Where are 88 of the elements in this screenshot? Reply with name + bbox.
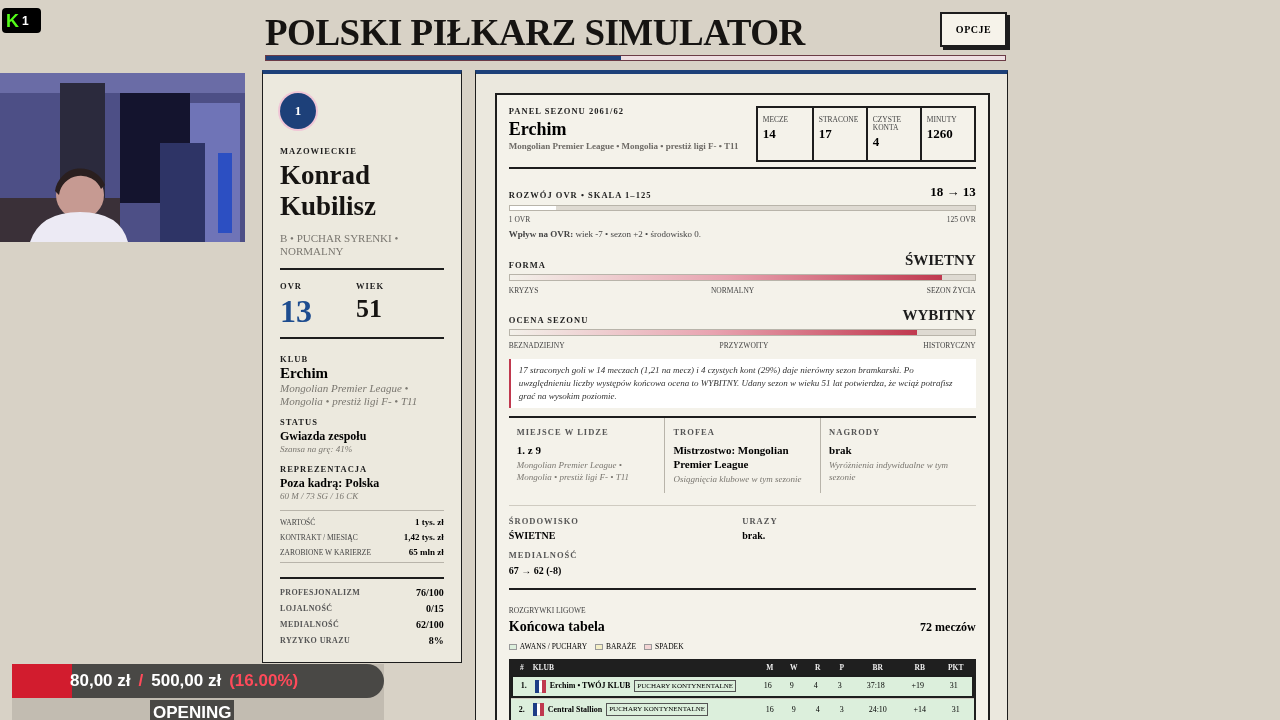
table-cell-text: 3 bbox=[836, 680, 843, 692]
goal-label: OPENING bbox=[150, 700, 235, 720]
goal-separator: / bbox=[138, 670, 144, 693]
detail-label: ŚRODOWISKO bbox=[508, 514, 580, 528]
player-name: Konrad Kubilisz bbox=[280, 159, 378, 222]
stat-value: 14 bbox=[762, 125, 777, 143]
detail-label: URAZY bbox=[742, 514, 779, 528]
attribute-label: MEDIALNOŚĆ bbox=[280, 618, 340, 631]
region: MAZOWIECKIE bbox=[280, 145, 358, 158]
goal-percent: (16.00%) bbox=[229, 670, 299, 693]
ovr-change: 18 → 13 bbox=[930, 183, 976, 201]
section-note: Szansa na grę: 41% bbox=[280, 443, 354, 455]
flag-icon bbox=[532, 703, 544, 716]
attribute-value: 76/100 bbox=[415, 586, 444, 601]
stat-value: 1260 bbox=[926, 125, 954, 143]
achievement-value: brak bbox=[829, 442, 853, 457]
section-value: Gwiazda zespołu bbox=[280, 429, 368, 443]
detail-value: ŚWIETNE bbox=[508, 529, 557, 544]
ovr-value: 13 bbox=[280, 292, 312, 329]
attribute-value: 0/15 bbox=[425, 602, 444, 617]
table-cell-text: 16 bbox=[762, 680, 773, 692]
attribute-value: 62/100 bbox=[415, 618, 444, 633]
flag-icon bbox=[534, 679, 546, 693]
season-club: Erchim bbox=[508, 117, 568, 140]
table-cell-text: 9 bbox=[788, 680, 795, 692]
achievement-value: 1. z 9 bbox=[516, 442, 542, 457]
label: STATUS bbox=[280, 416, 319, 429]
season-eyebrow: PANEL SEZONU 2061/62 bbox=[508, 105, 625, 118]
detail-label: MEDIALNOŚĆ bbox=[508, 549, 579, 562]
logo: K bbox=[6, 11, 19, 30]
attribute-label: LOJALNOŚĆ bbox=[280, 602, 333, 615]
table-cell-text: 2. bbox=[517, 703, 526, 716]
achievement-label: NAGRODY bbox=[829, 425, 882, 439]
table-cell-text: 4 bbox=[814, 703, 821, 716]
section-value: Poza kadrą: Polska bbox=[280, 475, 381, 490]
table-cell-text: 16 bbox=[764, 703, 775, 716]
badge-count: 1 bbox=[22, 12, 29, 30]
app-title: POLSKI PIŁKARZ SIMULATOR bbox=[265, 13, 805, 53]
finance-value: 65 mln zł bbox=[408, 545, 444, 559]
table-cell-text: 31 bbox=[948, 680, 959, 692]
meter-label: FORMA bbox=[508, 259, 546, 272]
detail-value: 67 → 62 (-8) bbox=[508, 564, 563, 578]
achievement-label: MIEJSCE W LIDZE bbox=[516, 425, 610, 439]
ovr-impact: Wpływ na OVR: wiek -7 • sezon +2 • środowisko 0. bbox=[508, 227, 702, 241]
table-cell-text: 3 bbox=[838, 703, 845, 716]
attribute-label: PROFESJONALIZM bbox=[280, 586, 361, 599]
section-note: Mongolian Premier League • Mongolia • prestiż ligi F- • T11 bbox=[280, 382, 419, 409]
player-number: 1 bbox=[280, 93, 316, 129]
table-cell-text: 1. bbox=[519, 680, 528, 692]
finance-value: 1 tys. zł bbox=[415, 515, 444, 529]
label: KLUB bbox=[280, 352, 310, 366]
table-cell-text: +19 bbox=[910, 680, 925, 692]
finance-value: 1,42 tys. zł bbox=[403, 530, 444, 544]
goal-target: 500,00 zł bbox=[151, 670, 222, 693]
label: WIEK bbox=[356, 279, 385, 293]
section-value: Erchim bbox=[280, 365, 330, 383]
table-title: Końcowa tabela bbox=[508, 618, 605, 637]
label: REPREZENTACJA bbox=[280, 463, 369, 476]
player-subtitle: B • PUCHAR SYRENKI • NORMALNY bbox=[280, 231, 400, 258]
achievement-label: TROFEA bbox=[673, 425, 716, 439]
meter-value: WYBITNY bbox=[902, 306, 976, 325]
achievement-note: Wyróżnienia indywidualne w tym sezonie bbox=[829, 458, 949, 483]
section-note: 60 M / 73 SG / 16 CK bbox=[280, 490, 360, 502]
achievement-note: Osiągnięcia klubowe w tym sezonie bbox=[673, 472, 803, 485]
attribute-label: RYZYKO URAZU bbox=[280, 634, 351, 647]
achievement-note: Mongolian Premier League • Mongolia • prestiż ligi F- • T11 bbox=[516, 458, 631, 483]
achievement-value: Mistrzostwo: Mongolian Premier League bbox=[673, 442, 790, 471]
match-count: 72 meczów bbox=[920, 618, 976, 636]
table-cell-text: 37:18 bbox=[865, 680, 886, 692]
club-name: Central Stallion bbox=[547, 703, 603, 716]
ovr-scale-label: ROZWÓJ OVR • SKALA 1–125 bbox=[508, 188, 652, 202]
meter-value: ŚWIETNY bbox=[904, 251, 976, 271]
meter-label: OCENA SEZONU bbox=[508, 313, 589, 327]
table-cell-text: 31 bbox=[950, 703, 961, 716]
season-league: Mongolian Premier League • Mongolia • prestiż ligi F- • T11 bbox=[508, 139, 740, 152]
table-cell-text: +14 bbox=[912, 703, 927, 716]
attribute-value: 8% bbox=[428, 634, 444, 649]
age-value: 51 bbox=[356, 292, 383, 325]
table-cell-text: 9 bbox=[790, 703, 797, 716]
table-cell-text: 4 bbox=[812, 680, 819, 692]
club-name: Erchim • TWÓJ KLUB bbox=[549, 680, 631, 692]
stat-value: 4 bbox=[872, 133, 881, 151]
label: OVR bbox=[280, 279, 303, 293]
options-button[interactable]: OPCJE bbox=[940, 12, 1007, 47]
season-summary: 17 straconych goli w 14 meczach (1,21 na mecz) i 4 czystych kont (29%) daje nierówny sezon bramkarski. Po uwzględnieniu liczby występów końcowa ocena to WYBITNY. Udany sezon w wieku 51 lat potwierdza, że wciąż potrafisz grać na wysokim poziomie. bbox=[508, 358, 976, 408]
table-cell-text: 24:10 bbox=[867, 703, 888, 716]
stat-value: 17 bbox=[818, 125, 833, 143]
detail-value: brak. bbox=[742, 529, 767, 544]
